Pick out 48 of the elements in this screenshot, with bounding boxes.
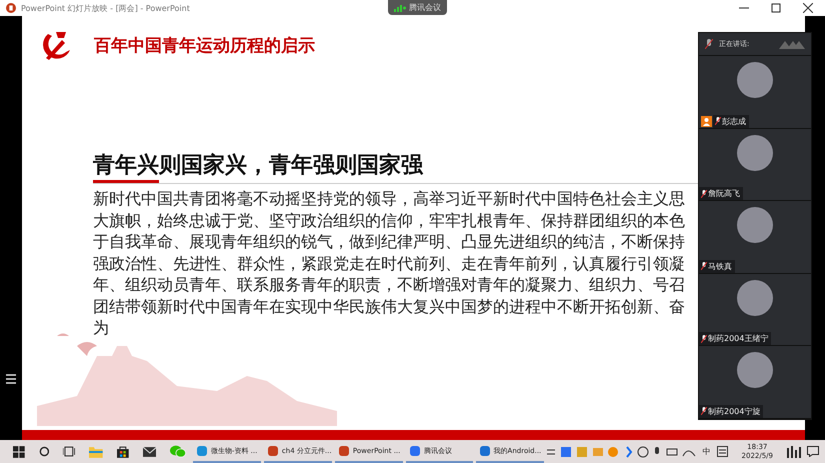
avatar-photo-placeholder bbox=[737, 352, 773, 388]
meeting-tab[interactable]: 腾讯会议 bbox=[388, 0, 447, 15]
muted-mic-icon bbox=[705, 39, 713, 49]
body-text-line: 为 bbox=[93, 317, 109, 338]
folder-icon[interactable] bbox=[89, 446, 103, 458]
participant-name: 制药2004宁旋 bbox=[708, 406, 760, 416]
body-text-line: 强政治性、先进性、群众性，紧跟党走在时代前列、走在青年前列，认真履行引领凝 bbox=[93, 252, 685, 274]
slide-header: 百年中国青年运动历程的启示 bbox=[94, 34, 315, 56]
body-text-line: 新时代中国共青团将毫不动摇坚持党的领导，高举习近平新时代中国特色社会主义思 bbox=[93, 188, 685, 210]
participant-name: 马铁真 bbox=[708, 260, 732, 272]
body-text-line: 年、组织动员青年、联系服务青年的职责，不断增强对青年的凝聚力、组织力、号召 bbox=[93, 274, 685, 296]
restore-icon[interactable] bbox=[771, 3, 781, 13]
participant-name: 彭志成 bbox=[722, 116, 746, 126]
tray-icons-drawing[interactable] bbox=[546, 446, 697, 458]
participant-tile[interactable]: 彭志成 bbox=[699, 56, 811, 128]
keyboard-icon[interactable] bbox=[716, 446, 728, 457]
menu-icon[interactable] bbox=[6, 374, 16, 384]
avatar-photo-placeholder bbox=[737, 280, 773, 316]
muted-mic-icon bbox=[701, 407, 707, 415]
slide-heading: 青年兴则国家兴，青年强则国家强 bbox=[93, 152, 423, 180]
muted-mic-icon bbox=[701, 334, 707, 342]
signal-icon bbox=[394, 4, 406, 12]
muted-mic-icon bbox=[701, 190, 707, 198]
close-icon[interactable] bbox=[803, 3, 813, 13]
avatar-photo-placeholder bbox=[737, 134, 773, 170]
body-text-line: 团结带领新时代中国青年在实现中华民族伟大复兴中国梦的进程中不断开拓创新、奋 bbox=[93, 296, 685, 317]
notification-icon[interactable] bbox=[807, 446, 819, 457]
task-view-icon[interactable] bbox=[63, 446, 76, 457]
store-bag-icon[interactable] bbox=[116, 445, 129, 458]
participant-tile[interactable]: 马铁真 bbox=[699, 201, 811, 274]
body-text-line: 大旗帜，始终忠诚于党、坚守政治组织的信仰，牢牢扎根青年、保持群团组织的本色 bbox=[93, 210, 685, 231]
participant-tile[interactable]: 制药2004宁旋 bbox=[699, 346, 811, 418]
start-icon[interactable] bbox=[13, 446, 25, 458]
ime-indicator[interactable]: 中 bbox=[702, 446, 711, 457]
avatar-photo-placeholder bbox=[737, 62, 773, 98]
participant-name: 詹阮高飞 bbox=[708, 188, 740, 199]
mail-icon[interactable] bbox=[142, 446, 156, 456]
avatar-photo-placeholder bbox=[737, 207, 773, 243]
body-text-line: 于自我革命、展现青年组织的锐气，做到纪律严明、凸显先进组织的纯洁，不断保持 bbox=[93, 231, 685, 252]
window-title: PowerPoint 幻灯片放映 - [两会] - PowerPoint bbox=[21, 2, 190, 14]
powerpoint-icon bbox=[6, 3, 16, 13]
search-icon[interactable] bbox=[38, 446, 50, 457]
participant-name: 制药2004王绪宁 bbox=[708, 333, 768, 344]
participant-tile[interactable]: 詹阮高飞 bbox=[699, 128, 811, 201]
equalizer-icon[interactable] bbox=[787, 446, 801, 458]
muted-mic-icon bbox=[715, 117, 721, 125]
participant-tile[interactable]: 制药2004王绪宁 bbox=[699, 274, 811, 346]
muted-mic-icon bbox=[701, 262, 707, 270]
